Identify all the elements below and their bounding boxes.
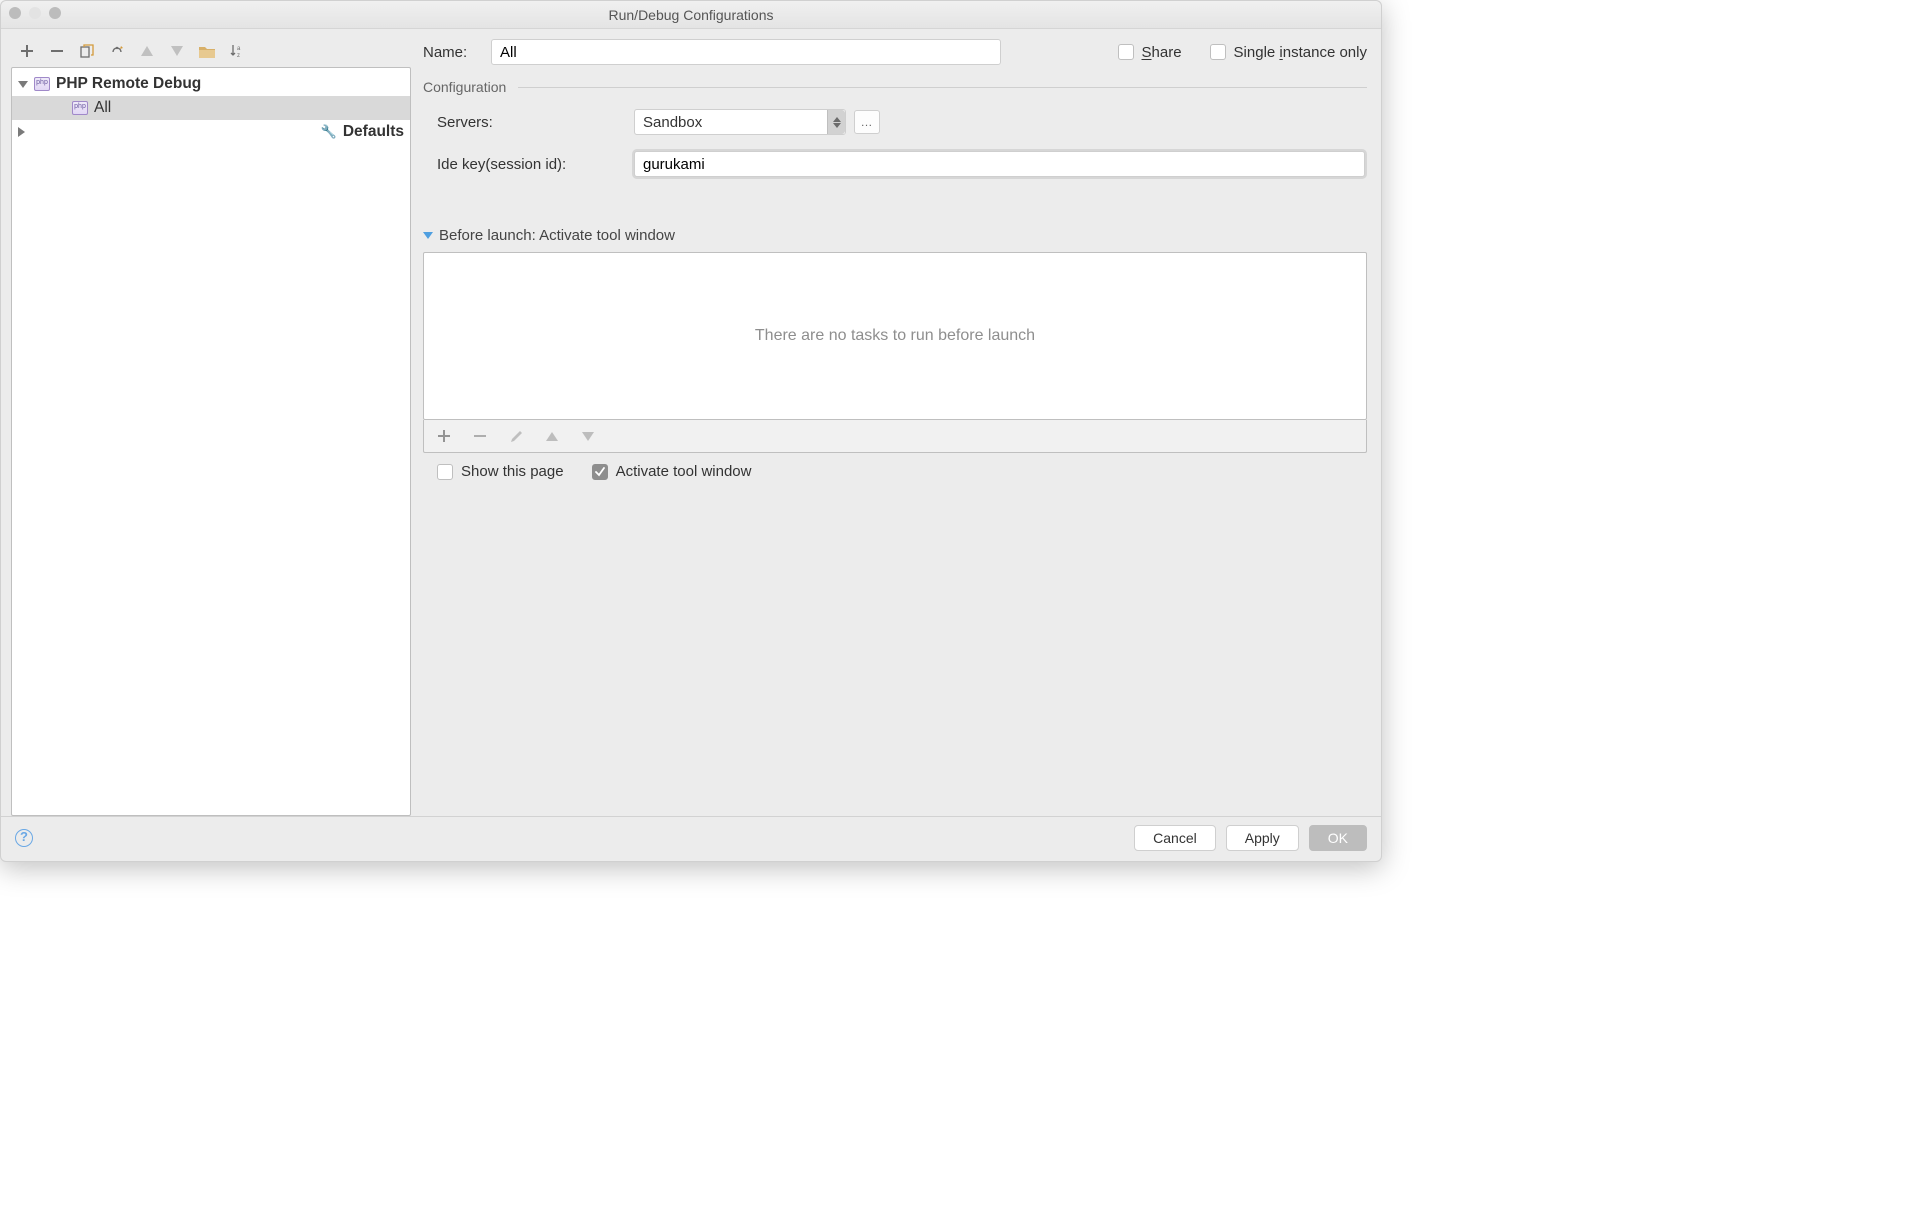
select-spinner-icon [827,110,845,134]
activate-tool-window-checkbox[interactable]: Activate tool window [592,463,752,480]
servers-browse-button[interactable]: … [854,110,880,134]
expand-arrow-icon[interactable] [18,127,315,137]
name-label: Name: [423,44,481,61]
task-move-up-button[interactable] [544,428,560,444]
move-up-button[interactable] [139,43,155,59]
window-minimize-icon[interactable] [29,7,41,19]
remove-configuration-button[interactable] [49,43,65,59]
name-row: Name: Share Single instance only [423,39,1367,65]
remove-task-button[interactable] [472,428,488,444]
servers-select[interactable]: Sandbox [634,109,846,135]
sort-alpha-button[interactable]: az [229,43,245,59]
move-down-button[interactable] [169,43,185,59]
configurations-toolbar: az [11,39,411,67]
window-title: Run/Debug Configurations [609,7,774,23]
configuration-section: Configuration Servers: Sandbox … Ide key… [423,79,1367,177]
php-debug-icon: php [34,77,50,91]
tree-node-label: Defaults [343,123,404,141]
svg-text:a: a [237,46,241,52]
configuration-section-header: Configuration [423,79,1367,95]
window-zoom-icon[interactable] [49,7,61,19]
tree-node-php-remote-debug[interactable]: php PHP Remote Debug [12,72,410,96]
folder-button[interactable] [199,43,215,59]
before-launch-section: Before launch: Activate tool window Ther… [423,227,1367,480]
servers-label: Servers: [437,114,622,131]
tree-node-label: PHP Remote Debug [56,75,201,93]
window-controls [9,7,61,19]
show-this-page-label: Show this page [461,463,564,480]
svg-text:z: z [237,53,240,58]
tasks-empty-text: There are no tasks to run before launch [755,327,1035,345]
titlebar[interactable]: Run/Debug Configurations [1,1,1381,29]
php-debug-icon: php [72,101,88,115]
ok-button[interactable]: OK [1309,825,1367,851]
tree-node-label: All [94,99,111,117]
window-close-icon[interactable] [9,7,21,19]
cancel-button[interactable]: Cancel [1134,825,1216,851]
edit-task-button[interactable] [508,428,524,444]
run-debug-configurations-dialog: Run/Debug Configurations [0,0,1382,862]
tree-node-defaults[interactable]: 🔧 Defaults [12,120,410,144]
apply-button[interactable]: Apply [1226,825,1299,851]
tree-node-all[interactable]: php All [12,96,410,120]
add-configuration-button[interactable] [19,43,35,59]
expand-arrow-icon[interactable] [18,81,28,88]
activate-tool-window-label: Activate tool window [616,463,752,480]
share-label-rest: hare [1152,44,1182,61]
servers-value: Sandbox [643,114,702,131]
before-launch-tasks-list[interactable]: There are no tasks to run before launch [423,252,1367,420]
configurations-tree[interactable]: php PHP Remote Debug php All 🔧 Defaults [11,67,411,816]
section-divider [518,87,1367,88]
before-launch-header[interactable]: Before launch: Activate tool window [423,227,1367,244]
idekey-label: Ide key(session id): [437,156,622,173]
single-instance-checkbox[interactable]: Single instance only [1210,44,1367,61]
help-button[interactable]: ? [15,829,33,847]
save-configuration-button[interactable] [109,43,125,59]
configurations-panel: az php PHP Remote Debug php All 🔧 Defaul… [11,39,411,816]
name-input[interactable] [491,39,1001,65]
show-this-page-checkbox[interactable]: Show this page [437,463,564,480]
wrench-icon: 🔧 [321,124,337,140]
add-task-button[interactable] [436,428,452,444]
configuration-editor: Name: Share Single instance only Configu… [423,39,1371,816]
section-title: Configuration [423,79,506,95]
idekey-input[interactable] [634,151,1365,177]
collapse-triangle-icon [423,232,433,239]
task-move-down-button[interactable] [580,428,596,444]
dialog-footer: ? Cancel Apply OK [1,816,1381,861]
before-launch-toolbar [423,420,1367,453]
copy-configuration-button[interactable] [79,43,95,59]
before-launch-title: Before launch: Activate tool window [439,227,675,244]
share-checkbox[interactable]: Share [1118,44,1182,61]
